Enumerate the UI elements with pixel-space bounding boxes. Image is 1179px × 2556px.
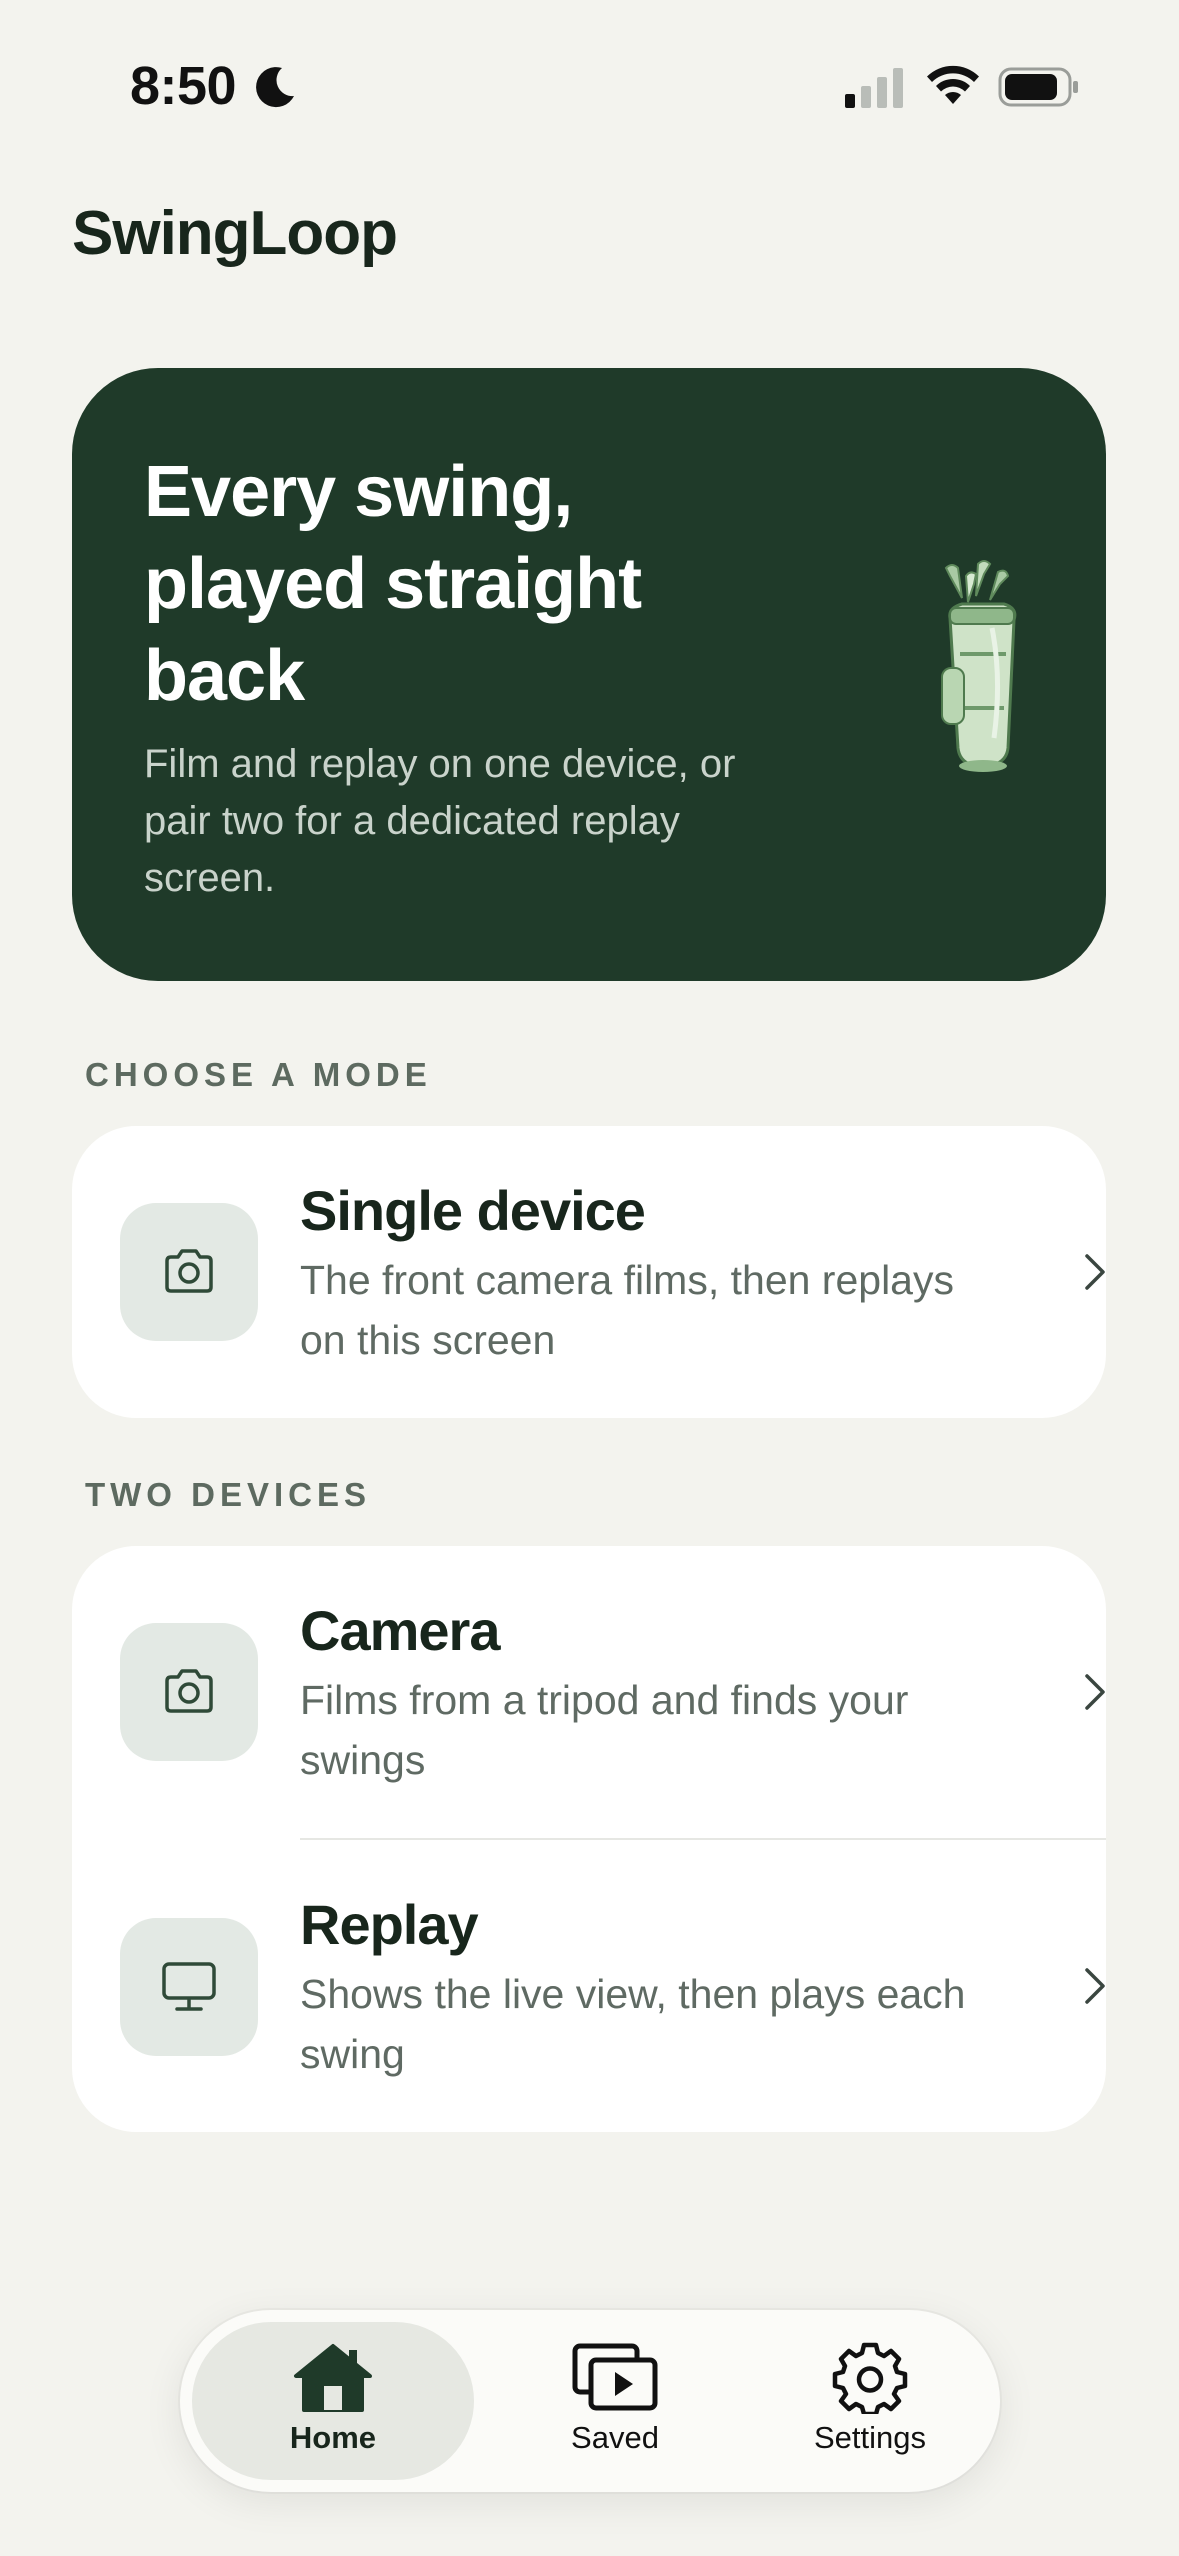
single-device-description: The front camera films, then replays on …: [300, 1257, 954, 1363]
single-device-title: Single device: [300, 1179, 646, 1242]
single-device-card: Single device The front camera films, th…: [72, 1126, 1106, 1418]
home-icon: [294, 2344, 372, 2412]
tab-settings-label: Settings: [813, 2420, 926, 2455]
section-label-choose-mode: CHOOSE A MODE: [85, 1056, 432, 1093]
tab-home-label: Home: [289, 2420, 377, 2455]
status-time: 8:50: [130, 56, 237, 116]
app-title: SwingLoop: [72, 199, 398, 268]
tab-home[interactable]: Home: [192, 2310, 474, 2492]
mode-row-single-device[interactable]: Single device The front camera films, th…: [72, 1126, 1106, 1416]
section-label-two-devices: TWO DEVICES: [85, 1476, 372, 1513]
status-bar: 8:50: [0, 0, 1179, 170]
chevron-right-icon: [1085, 1968, 1105, 2004]
monitor-icon: [162, 1962, 216, 2011]
chevron-right-icon: [1085, 1674, 1105, 1710]
camera-icon: [165, 1669, 213, 1713]
golf-bag-icon: [941, 560, 1017, 772]
battery-icon: [998, 67, 1078, 107]
tab-saved-label: Saved: [571, 2420, 659, 2455]
replay-title: Replay: [300, 1893, 479, 1956]
tab-settings[interactable]: Settings: [750, 2310, 990, 2492]
hero-subtitle: Film and replay on one device, or pair t…: [144, 742, 736, 900]
single-device-icon-box: [120, 1203, 258, 1341]
chevron-right-icon: [1085, 1254, 1105, 1290]
replay-icon-box: [120, 1918, 258, 2056]
tab-bar: Home Saved Settings: [180, 2310, 1000, 2492]
hero-headline: Every swing, played straight back: [144, 452, 642, 716]
camera-icon-box: [120, 1623, 258, 1761]
mode-row-camera[interactable]: Camera Films from a tripod and finds you…: [72, 1546, 1106, 1836]
camera-icon: [165, 1249, 213, 1293]
tab-saved[interactable]: Saved: [490, 2310, 740, 2492]
wifi-icon: [927, 65, 979, 104]
moon-icon: [256, 67, 294, 108]
camera-title: Camera: [300, 1599, 500, 1662]
cellular-signal-icon: [845, 68, 903, 108]
two-devices-card: Camera Films from a tripod and finds you…: [72, 1546, 1106, 2132]
gear-icon: [832, 2342, 908, 2414]
camera-description: Films from a tripod and finds your swing…: [300, 1677, 909, 1783]
replay-description: Shows the live view, then plays each swi…: [300, 1971, 966, 2077]
saved-videos-icon: [572, 2343, 658, 2411]
hero-card: Every swing, played straight back Film a…: [72, 368, 1106, 981]
mode-row-replay[interactable]: Replay Shows the live view, then plays e…: [72, 1840, 1106, 2130]
